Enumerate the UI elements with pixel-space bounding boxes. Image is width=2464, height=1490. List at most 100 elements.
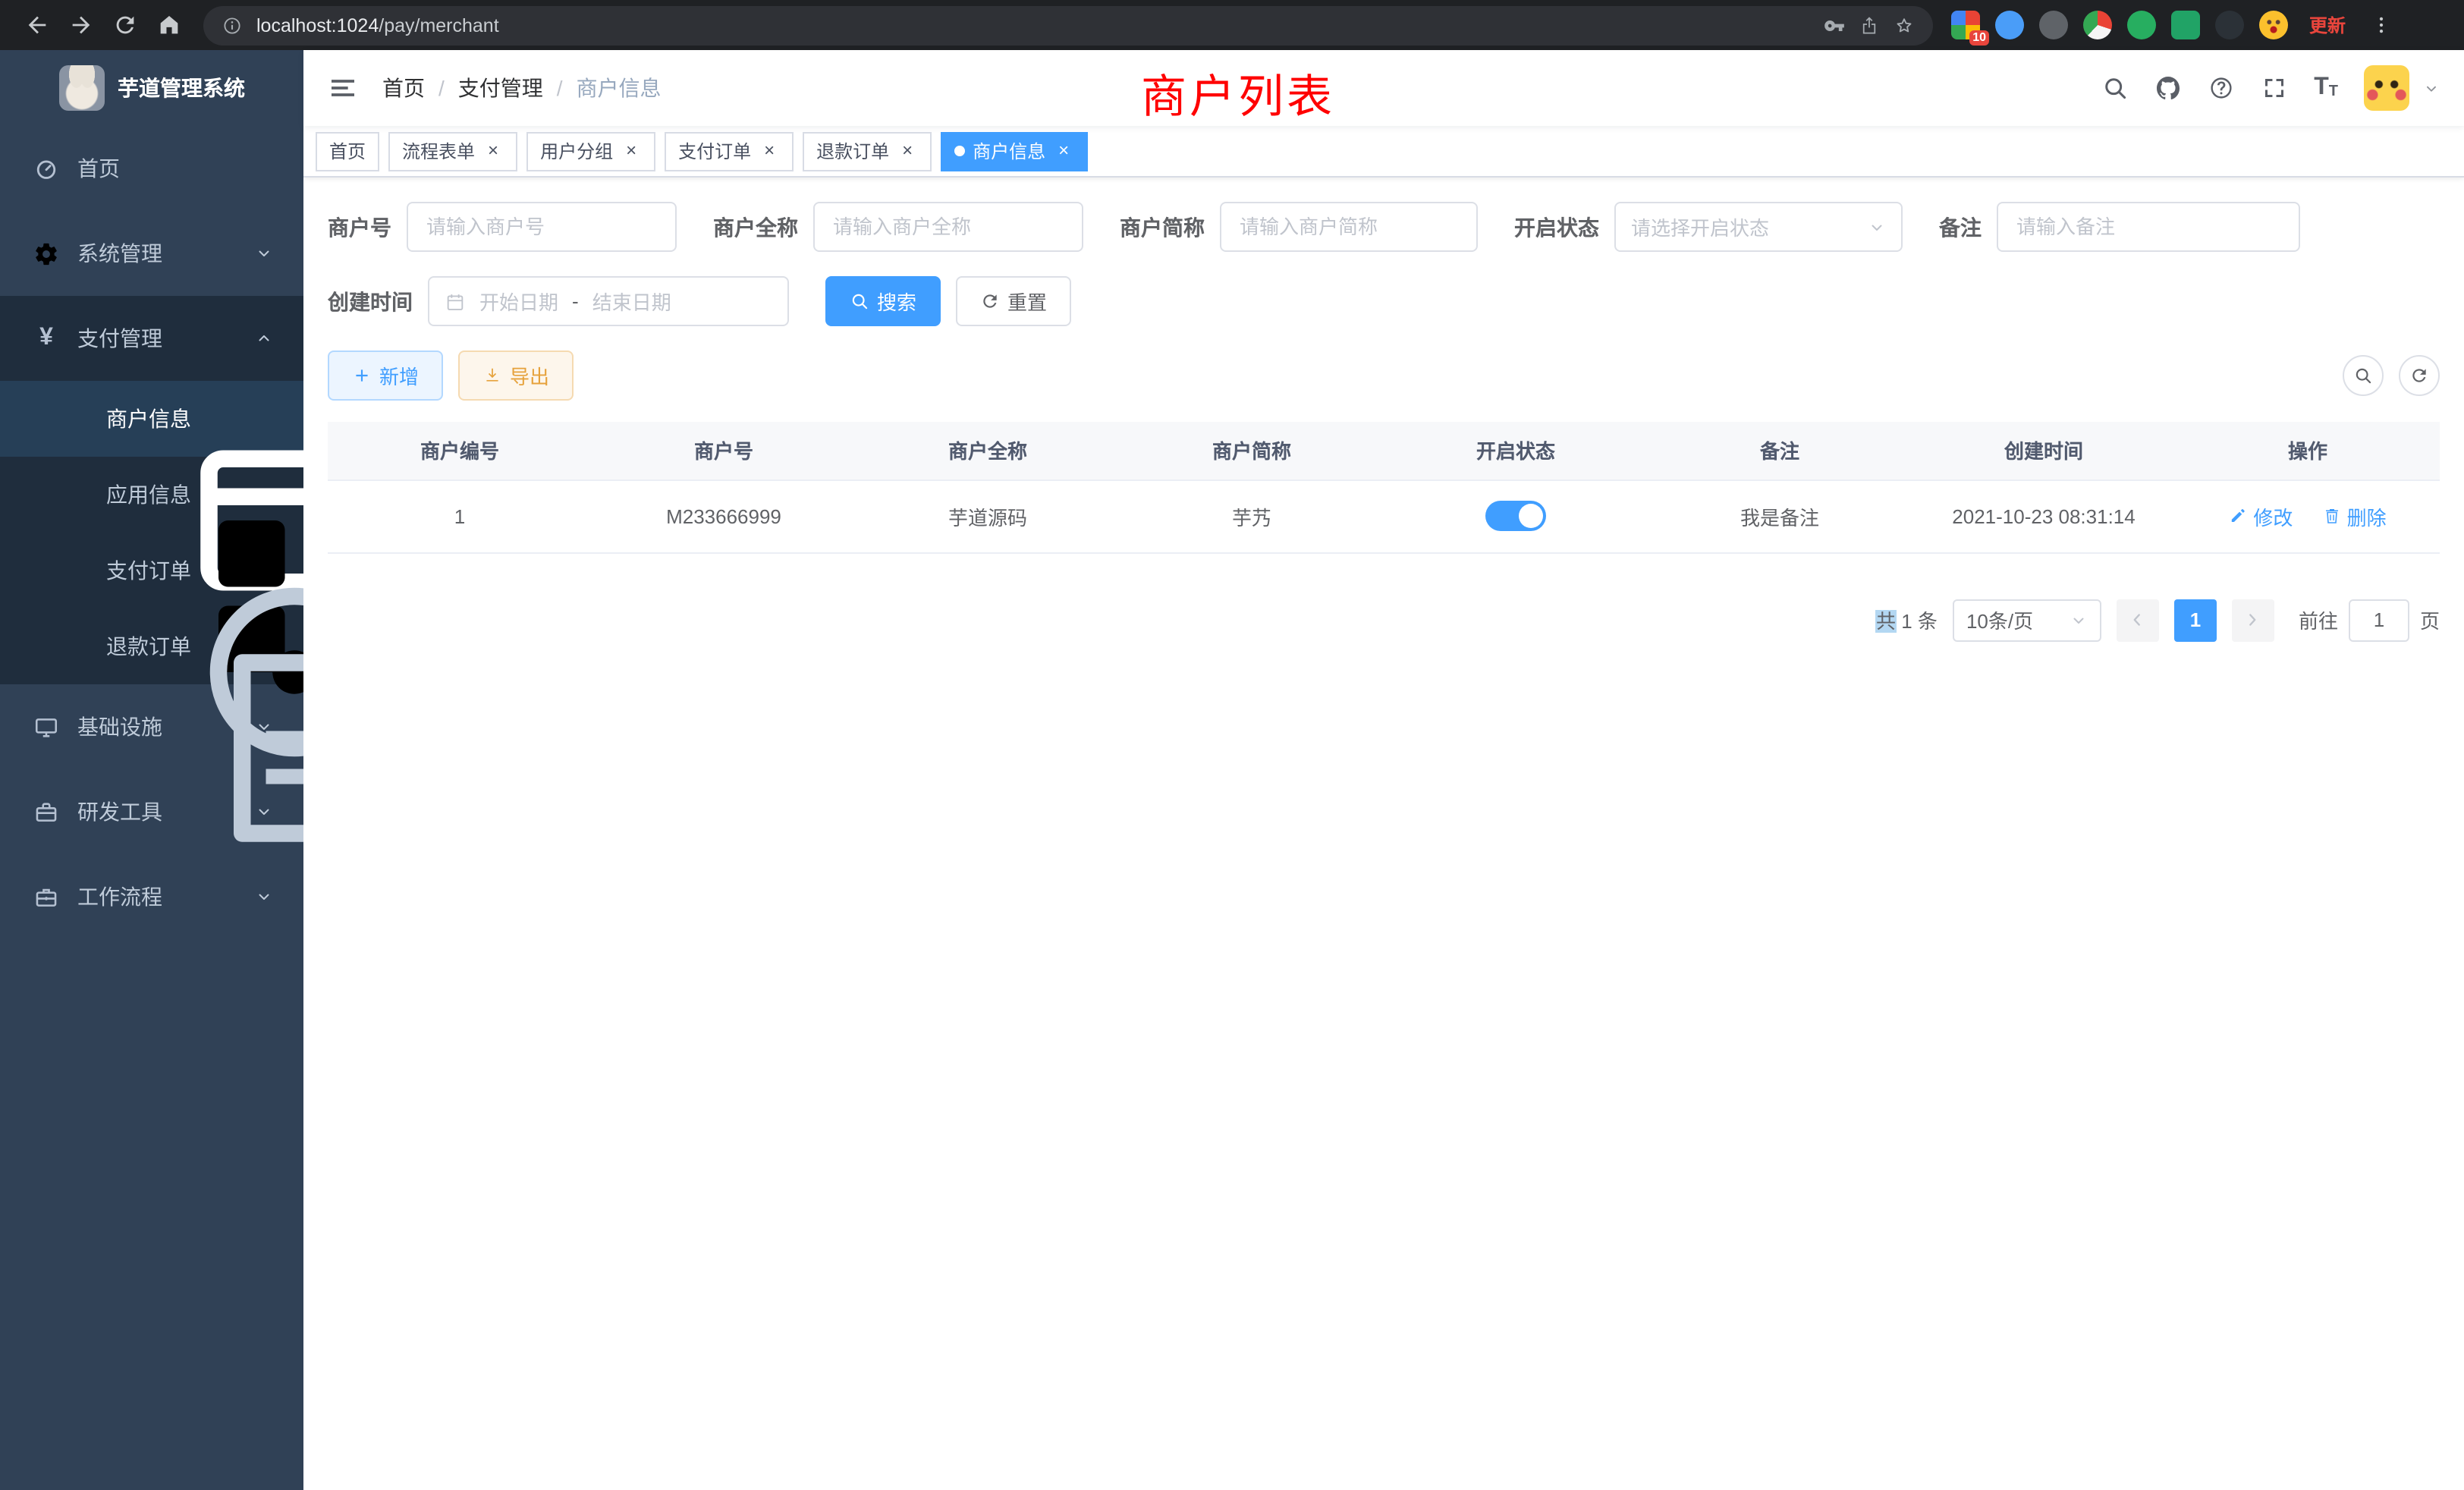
avatar-caret-icon[interactable]	[2423, 80, 2440, 96]
tab-home[interactable]: 首页	[316, 131, 379, 171]
cell-merchant-no: M233666999	[592, 479, 856, 552]
sidebar-item-payment[interactable]: ¥ 支付管理	[0, 296, 303, 381]
date-separator: -	[572, 290, 579, 313]
sidebar-item-merchant-info[interactable]: 商户信息	[0, 381, 303, 457]
user-avatar[interactable]	[2364, 65, 2409, 111]
sidebar-group-payment: ¥ 支付管理 商户信息 应用信息 支付订单 退	[0, 296, 303, 684]
url-path: /pay/merchant	[379, 14, 498, 36]
sidebar-item-dev-tools[interactable]: 研发工具	[0, 769, 303, 854]
tab-refund-order[interactable]: 退款订单 ×	[803, 131, 932, 171]
github-icon[interactable]	[2154, 74, 2182, 102]
goto-page-input[interactable]	[2349, 599, 2409, 641]
next-page-button[interactable]	[2232, 599, 2274, 641]
gear-icon	[33, 240, 59, 266]
browser-update-button[interactable]: 更新	[2309, 12, 2346, 38]
status-select[interactable]: 请选择开启状态	[1614, 202, 1903, 252]
sidebar-item-home[interactable]: 首页	[0, 126, 303, 211]
extension-multicolor-icon[interactable]	[2083, 11, 2112, 39]
date-end-placeholder: 结束日期	[592, 287, 671, 316]
site-info-icon[interactable]	[222, 14, 243, 36]
sidebar-subitem-label: 商户信息	[106, 404, 191, 434]
extension-notes-icon[interactable]	[2171, 11, 2200, 39]
chevron-up-icon	[255, 329, 273, 347]
fullscreen-icon[interactable]	[2261, 74, 2288, 102]
extension-green-icon[interactable]	[2127, 11, 2156, 39]
extension-dark-icon[interactable]	[2215, 11, 2244, 39]
browser-back-icon[interactable]	[24, 12, 50, 38]
monitor-icon	[33, 714, 59, 740]
sidebar-item-workflow[interactable]: 工作流程	[0, 854, 303, 939]
tab-pay-order[interactable]: 支付订单 ×	[665, 131, 794, 171]
prev-page-button[interactable]	[2117, 599, 2159, 641]
tab-merchant-info[interactable]: 商户信息 ×	[941, 131, 1088, 171]
browser-forward-icon[interactable]	[68, 12, 94, 38]
export-button[interactable]: 导出	[458, 350, 574, 401]
reset-button[interactable]: 重置	[956, 276, 1071, 326]
cell-status	[1384, 479, 1648, 552]
breadcrumb-payment[interactable]: 支付管理	[458, 73, 543, 103]
cell-remark: 我是备注	[1648, 479, 1912, 552]
search-icon	[850, 291, 869, 311]
delete-link[interactable]: 删除	[2323, 501, 2387, 530]
short-name-input[interactable]	[1220, 202, 1478, 252]
extension-gray-icon[interactable]	[2039, 11, 2068, 39]
browser-reload-icon[interactable]	[112, 12, 138, 38]
tab-user-group[interactable]: 用户分组 ×	[526, 131, 655, 171]
status-toggle[interactable]	[1485, 501, 1546, 531]
breadcrumb-home[interactable]: 首页	[382, 73, 425, 103]
document-icon	[67, 634, 91, 659]
cell-short-name: 芋艿	[1120, 479, 1384, 552]
help-icon[interactable]	[2208, 74, 2235, 102]
tab-process-form[interactable]: 流程表单 ×	[388, 131, 517, 171]
refresh-table-button[interactable]	[2399, 355, 2440, 396]
add-button[interactable]: 新增	[328, 350, 443, 401]
filter-remark: 备注	[1939, 202, 2300, 252]
browser-menu-icon[interactable]	[2370, 14, 2393, 36]
date-start-placeholder: 开始日期	[479, 287, 558, 316]
page-number-1[interactable]: 1	[2174, 599, 2217, 641]
share-icon[interactable]	[1859, 14, 1880, 36]
browser-window: localhost:1024/pay/merchant 10 更新 芋道管理系统	[0, 0, 2464, 1490]
sidebar-logo[interactable]: 芋道管理系统	[0, 50, 303, 126]
address-bar[interactable]: localhost:1024/pay/merchant	[203, 5, 1933, 45]
extension-blue-icon[interactable]	[1995, 11, 2024, 39]
bookmark-star-icon[interactable]	[1894, 14, 1915, 36]
close-icon[interactable]: ×	[1053, 140, 1074, 162]
close-icon[interactable]: ×	[897, 140, 918, 162]
page-size-select[interactable]: 10条/页	[1953, 599, 2101, 641]
edit-link[interactable]: 修改	[2229, 501, 2293, 530]
full-name-input[interactable]	[813, 202, 1083, 252]
col-short-name: 商户简称	[1120, 422, 1384, 479]
close-icon[interactable]: ×	[621, 140, 642, 162]
extension-emoji-icon[interactable]	[2259, 11, 2288, 39]
toggle-search-button[interactable]	[2343, 355, 2384, 396]
merchant-no-input[interactable]	[407, 202, 677, 252]
sidebar-item-system[interactable]: 系统管理	[0, 211, 303, 296]
top-navbar: 首页 / 支付管理 / 商户信息 商户列表 TT	[303, 50, 2464, 126]
font-size-icon[interactable]: TT	[2314, 76, 2338, 100]
chevron-down-icon	[255, 888, 273, 906]
create-time-range-picker[interactable]: 开始日期 - 结束日期	[428, 276, 789, 326]
tab-label: 支付订单	[678, 138, 751, 164]
extension-badge: 10	[1969, 30, 1989, 46]
close-icon[interactable]: ×	[759, 140, 780, 162]
close-icon[interactable]: ×	[482, 140, 504, 162]
tab-label: 流程表单	[402, 138, 475, 164]
remark-input[interactable]	[1997, 202, 2300, 252]
active-dot	[954, 146, 965, 156]
filter-label: 开启状态	[1514, 212, 1599, 242]
filter-create-time: 创建时间 开始日期 - 结束日期	[328, 276, 789, 326]
browser-home-icon[interactable]	[156, 12, 182, 38]
sidebar-item-label: 工作流程	[77, 882, 162, 912]
password-key-icon[interactable]	[1824, 14, 1845, 36]
tab-label: 用户分组	[540, 138, 613, 164]
search-icon[interactable]	[2101, 74, 2129, 102]
sidebar-item-infrastructure[interactable]: 基础设施	[0, 684, 303, 769]
filter-full-name: 商户全称	[713, 202, 1083, 252]
navbar-tools: TT	[2101, 65, 2440, 111]
extension-grid-icon[interactable]: 10	[1951, 11, 1980, 39]
sidebar-toggle-icon[interactable]	[328, 73, 358, 103]
search-button[interactable]: 搜索	[825, 276, 941, 326]
col-full-name: 商户全称	[856, 422, 1120, 479]
breadcrumb-current: 商户信息	[577, 73, 662, 103]
